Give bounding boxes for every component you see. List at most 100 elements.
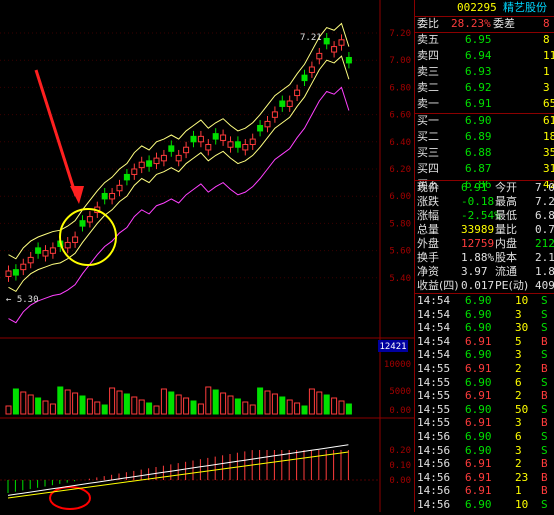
tick-row: 14:56 6.90 3 S bbox=[415, 444, 554, 458]
tick-volume: 3 bbox=[515, 443, 522, 457]
tick-time: 14:54 bbox=[417, 321, 451, 335]
moving-average-line bbox=[8, 86, 350, 324]
quote-label: 外盘 bbox=[417, 237, 439, 250]
quote-row: 收益(四) 0.017 PE(动) 409 bbox=[415, 279, 554, 293]
volume-axis-label: 5000 bbox=[389, 387, 411, 397]
tick-time: 14:56 bbox=[417, 470, 451, 484]
tick-side: S bbox=[541, 375, 548, 389]
tick-side: B bbox=[541, 334, 548, 348]
volume-bar bbox=[279, 396, 286, 415]
volume-axis-label: 0.00 bbox=[389, 406, 411, 416]
ask-volume: 11 bbox=[543, 49, 554, 62]
quote-label: 净资 bbox=[417, 265, 439, 278]
volume-bar bbox=[109, 387, 116, 415]
tick-price: 6.91 bbox=[465, 362, 492, 375]
bid-volume: 18 bbox=[543, 130, 554, 143]
price-axis-label: 6.40 bbox=[389, 138, 411, 148]
volume-bar bbox=[197, 403, 204, 415]
ask-row[interactable]: 卖二 6.92 3 bbox=[415, 80, 554, 96]
volume-bar bbox=[49, 403, 56, 415]
bid-price: 6.90 bbox=[465, 114, 492, 127]
candle-body bbox=[294, 89, 301, 97]
ask-row[interactable]: 卖三 6.93 1 bbox=[415, 64, 554, 80]
tick-row: 14:54 6.90 3 S bbox=[415, 348, 554, 362]
ask-volume: 65 bbox=[543, 97, 554, 110]
tick-time: 14:56 bbox=[417, 498, 451, 511]
quote-value: 12759 bbox=[461, 237, 495, 250]
quote-value: 409 bbox=[535, 279, 554, 292]
volume-bar bbox=[264, 390, 271, 415]
quote-value: 0.7 bbox=[535, 223, 554, 236]
low-price-label: ← 5.30 bbox=[6, 295, 39, 305]
candle-body bbox=[42, 250, 49, 257]
ask-label: 卖五 bbox=[417, 33, 439, 46]
price-axis-label: 6.00 bbox=[389, 192, 411, 202]
volume-bar bbox=[175, 394, 182, 415]
volume-bar bbox=[257, 387, 264, 415]
candle-body bbox=[279, 100, 286, 107]
candle-body bbox=[20, 263, 27, 271]
tick-price: 6.90 bbox=[465, 443, 492, 457]
tick-side: B bbox=[541, 389, 548, 403]
price-axis-label: 5.80 bbox=[389, 219, 411, 229]
tick-row: 14:54 6.90 3 S bbox=[415, 308, 554, 322]
candle-body bbox=[146, 160, 153, 167]
quote-row: 净资 3.97 流通 1.81 bbox=[415, 265, 554, 279]
candle-body bbox=[271, 111, 278, 118]
tick-price: 6.91 bbox=[465, 470, 492, 484]
quote-label: 股本 bbox=[495, 251, 517, 264]
tick-time: 14:54 bbox=[417, 307, 451, 321]
tick-time: 14:56 bbox=[417, 457, 451, 471]
macd-axis-label: 0.10 bbox=[389, 461, 411, 471]
volume-axis-label: 10000 bbox=[384, 360, 411, 370]
annotation-ellipse bbox=[49, 486, 91, 510]
candle-body bbox=[308, 66, 315, 73]
ask-row[interactable]: 卖四 6.94 11 bbox=[415, 48, 554, 64]
bid-row[interactable]: 买三 6.88 35 bbox=[415, 145, 554, 161]
ask-price: 6.95 bbox=[465, 33, 492, 46]
price-axis-label: 7.00 bbox=[389, 56, 411, 66]
bid-volume: 35 bbox=[543, 146, 554, 159]
kline-chart[interactable]: 7.20 7.00 6.80 6.60 6.40 6.20 6.00 5.80 5.60 5.40… bbox=[0, 0, 414, 512]
ask-row[interactable]: 卖一 6.91 65 bbox=[415, 96, 554, 112]
ask-price: 6.93 bbox=[465, 65, 492, 78]
candle-body bbox=[220, 134, 227, 141]
quote-value: 3.97 bbox=[461, 265, 488, 278]
volume-bar bbox=[205, 386, 212, 415]
volume-readout: 12421 bbox=[379, 342, 406, 352]
bid-row[interactable]: 买二 6.89 18 bbox=[415, 129, 554, 145]
stock-name: 精艺股份 bbox=[503, 1, 547, 14]
bid-volume: 61 bbox=[543, 114, 554, 127]
tick-side: B bbox=[541, 457, 548, 471]
volume-bar bbox=[42, 400, 49, 415]
price-axis-label: 6.80 bbox=[389, 83, 411, 93]
candle-body bbox=[212, 133, 219, 140]
tick-price: 6.90 bbox=[465, 375, 492, 389]
bid-row[interactable]: 买四 6.87 31 bbox=[415, 161, 554, 177]
volume-bar bbox=[249, 404, 256, 415]
tick-volume: 6 bbox=[515, 375, 522, 389]
volume-bar bbox=[35, 397, 42, 415]
stock-code: 002295 bbox=[457, 1, 497, 14]
quote-label: 涨跌 bbox=[417, 195, 439, 208]
tick-time: 14:55 bbox=[417, 375, 451, 389]
tick-time: 14:54 bbox=[417, 334, 451, 348]
high-price-label: 7.21 bbox=[300, 33, 322, 43]
tick-side: S bbox=[541, 443, 548, 457]
volume-bar bbox=[123, 393, 130, 415]
bid-row[interactable]: 买一 6.90 61 bbox=[415, 113, 554, 129]
ask-volume: 3 bbox=[543, 81, 550, 94]
ask-row[interactable]: 卖五 6.95 8 bbox=[415, 32, 554, 48]
volume-bar bbox=[323, 394, 330, 415]
quote-value: 6.8 bbox=[535, 209, 554, 222]
quote-value: 33989 bbox=[461, 223, 495, 236]
volume-bar bbox=[271, 393, 278, 415]
tick-time: 14:54 bbox=[417, 348, 451, 362]
quote-value: 0.017 bbox=[461, 279, 495, 292]
candle-body bbox=[227, 141, 234, 148]
tick-time: 14:56 bbox=[417, 443, 451, 457]
volume-bar bbox=[316, 391, 323, 415]
volume-bar bbox=[57, 386, 64, 415]
tick-side: S bbox=[541, 430, 548, 443]
ask-price: 6.94 bbox=[465, 49, 492, 62]
